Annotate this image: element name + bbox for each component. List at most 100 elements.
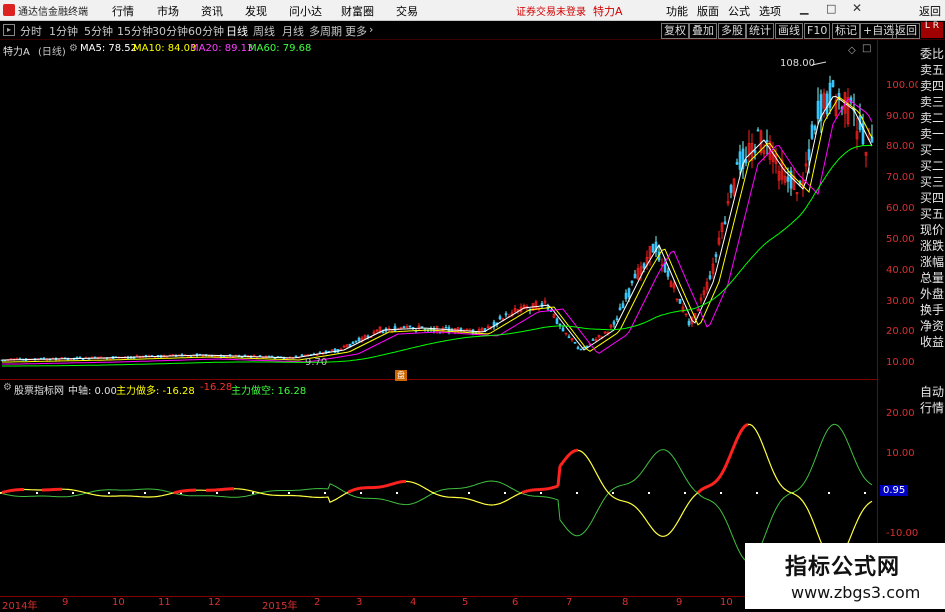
- period-tab-30min[interactable]: 30分钟: [152, 23, 188, 39]
- menu-item-trade[interactable]: 交易: [396, 3, 418, 19]
- side-item[interactable]: 卖一: [920, 126, 945, 142]
- side-item[interactable]: 买三: [920, 174, 945, 190]
- bull-strong-segment: [386, 485, 388, 486]
- indicator-value-label: -16.28: [200, 382, 232, 393]
- candle-body: [631, 281, 633, 283]
- x-label: 2015年: [262, 597, 297, 612]
- candle-body: [829, 83, 831, 107]
- indicator-bear-label: 主力做空: 16.28: [231, 382, 306, 397]
- side-item[interactable]: 涨幅: [920, 254, 945, 270]
- side-item[interactable]: 买五: [920, 206, 945, 222]
- candle-body: [583, 347, 585, 348]
- bull-strong-segment: [396, 482, 398, 483]
- bull-strong-segment: [700, 489, 702, 490]
- menu-item-function[interactable]: 功能: [666, 3, 688, 19]
- candle-body: [667, 271, 669, 276]
- side-item[interactable]: 委比: [920, 46, 945, 62]
- x-label: 2014年: [2, 597, 37, 612]
- minimize-icon[interactable]: ▁: [800, 2, 808, 15]
- candle-body: [688, 321, 690, 325]
- side-item[interactable]: 买二: [920, 158, 945, 174]
- bull-strong-segment: [702, 488, 704, 489]
- maximize-icon[interactable]: □: [826, 2, 836, 15]
- period-tab-15min[interactable]: 15分钟: [117, 23, 153, 39]
- back-button[interactable]: 返回: [919, 3, 941, 19]
- candle-body: [409, 326, 411, 327]
- menu-item-ask[interactable]: 问小达: [289, 3, 322, 19]
- side-item[interactable]: 卖二: [920, 110, 945, 126]
- period-tab-daily[interactable]: 日线: [226, 23, 248, 39]
- candle-body: [817, 101, 819, 118]
- side-item[interactable]: 现价: [920, 222, 945, 238]
- menu-item-wealth[interactable]: 财富圈: [341, 3, 374, 19]
- period-tab-more[interactable]: 更多: [345, 23, 367, 39]
- diamond-icon[interactable]: ◇: [848, 45, 856, 56]
- candle-body: [472, 330, 474, 334]
- settings-gear-icon[interactable]: ⚙: [69, 43, 78, 54]
- period-tab-multi[interactable]: 多周期: [309, 23, 342, 39]
- tool-draw-line[interactable]: 画线: [775, 23, 803, 39]
- bull-strong-segment: [706, 486, 708, 487]
- period-tab-60min[interactable]: 60分钟: [188, 23, 224, 39]
- menu-item-formula[interactable]: 公式: [728, 3, 750, 19]
- bull-strong-segment: [722, 470, 724, 474]
- bull-strong-segment: [730, 451, 732, 456]
- chart-period: (日线): [38, 43, 66, 58]
- x-label: 2: [314, 597, 320, 608]
- tool-overlay[interactable]: 叠加: [689, 23, 717, 39]
- tool-multi-stock[interactable]: 多股: [718, 23, 746, 39]
- period-tab-intraday[interactable]: 分时: [20, 23, 42, 39]
- candle-body: [766, 140, 768, 141]
- period-tab-1min[interactable]: 1分钟: [49, 23, 78, 39]
- bull-strong-segment: [716, 479, 718, 481]
- tool-restore-rights[interactable]: 复权: [661, 23, 689, 39]
- tool-back[interactable]: 返回: [892, 23, 920, 39]
- menu-item-news[interactable]: 资讯: [201, 3, 223, 19]
- chart-menu-icon[interactable]: ▸: [3, 24, 15, 36]
- side-item[interactable]: 卖四: [920, 78, 945, 94]
- bull-strong-segment: [746, 424, 748, 425]
- candle-body: [625, 293, 627, 299]
- tool-mark[interactable]: 标记: [832, 23, 860, 39]
- bull-strong-segment: [726, 461, 728, 466]
- side-item[interactable]: 卖五: [920, 62, 945, 78]
- side-item[interactable]: 收益: [920, 334, 945, 350]
- indicator-settings-icon[interactable]: ⚙: [3, 382, 12, 393]
- side-item[interactable]: 换手: [920, 302, 945, 318]
- menu-item-options[interactable]: 选项: [759, 3, 781, 19]
- side-item[interactable]: 外盘: [920, 286, 945, 302]
- side-item[interactable]: 总量: [920, 270, 945, 286]
- candle-body: [556, 319, 558, 324]
- period-tab-5min[interactable]: 5分钟: [84, 23, 113, 39]
- level2-badge-icon[interactable]: L R: [921, 22, 943, 38]
- period-tab-weekly[interactable]: 周线: [253, 23, 275, 39]
- indicator-bull-label: 主力做多: -16.28: [116, 382, 195, 397]
- bull-strong-segment: [554, 487, 556, 488]
- menu-item-discover[interactable]: 发现: [245, 3, 267, 19]
- menu-item-market[interactable]: 市场: [157, 3, 179, 19]
- more-chevron-icon[interactable]: ›: [369, 23, 373, 36]
- sub-y-label: -10.00: [886, 528, 918, 539]
- tool-statistics[interactable]: 统计: [746, 23, 774, 39]
- menu-item-layout[interactable]: 版面: [697, 3, 719, 19]
- close-icon[interactable]: ✕: [852, 1, 862, 15]
- login-notice[interactable]: 证券交易未登录: [516, 3, 586, 18]
- candle-body: [358, 338, 360, 341]
- ma10-label: MA10: 84.03: [133, 43, 196, 54]
- quote-side-panel: 委比 卖五 卖四 卖三 卖二 卖一 买一 买二 买三 买四 买五 现价 涨跌 涨…: [918, 46, 945, 426]
- side-item[interactable]: 买四: [920, 190, 945, 206]
- side-item[interactable]: 涨跌: [920, 238, 945, 254]
- tool-f10[interactable]: F10: [804, 23, 830, 39]
- side-item-quotes[interactable]: 行情: [920, 400, 945, 416]
- expand-square-icon[interactable]: □: [862, 43, 871, 54]
- side-item-auto[interactable]: 自动: [920, 384, 945, 400]
- indicator-name[interactable]: 股票指标网: [14, 382, 64, 397]
- x-label: 5: [462, 597, 468, 608]
- side-item[interactable]: 卖三: [920, 94, 945, 110]
- side-item[interactable]: 买一: [920, 142, 945, 158]
- period-tab-monthly[interactable]: 月线: [282, 23, 304, 39]
- kline-chart[interactable]: 特力A (日线) ⚙ MA5: 78.52 MA10: 84.03 MA20: …: [0, 40, 878, 380]
- menu-item-quotes[interactable]: 行情: [112, 3, 134, 19]
- app-title: 通达信金融终端: [18, 3, 88, 18]
- side-item[interactable]: 净资: [920, 318, 945, 334]
